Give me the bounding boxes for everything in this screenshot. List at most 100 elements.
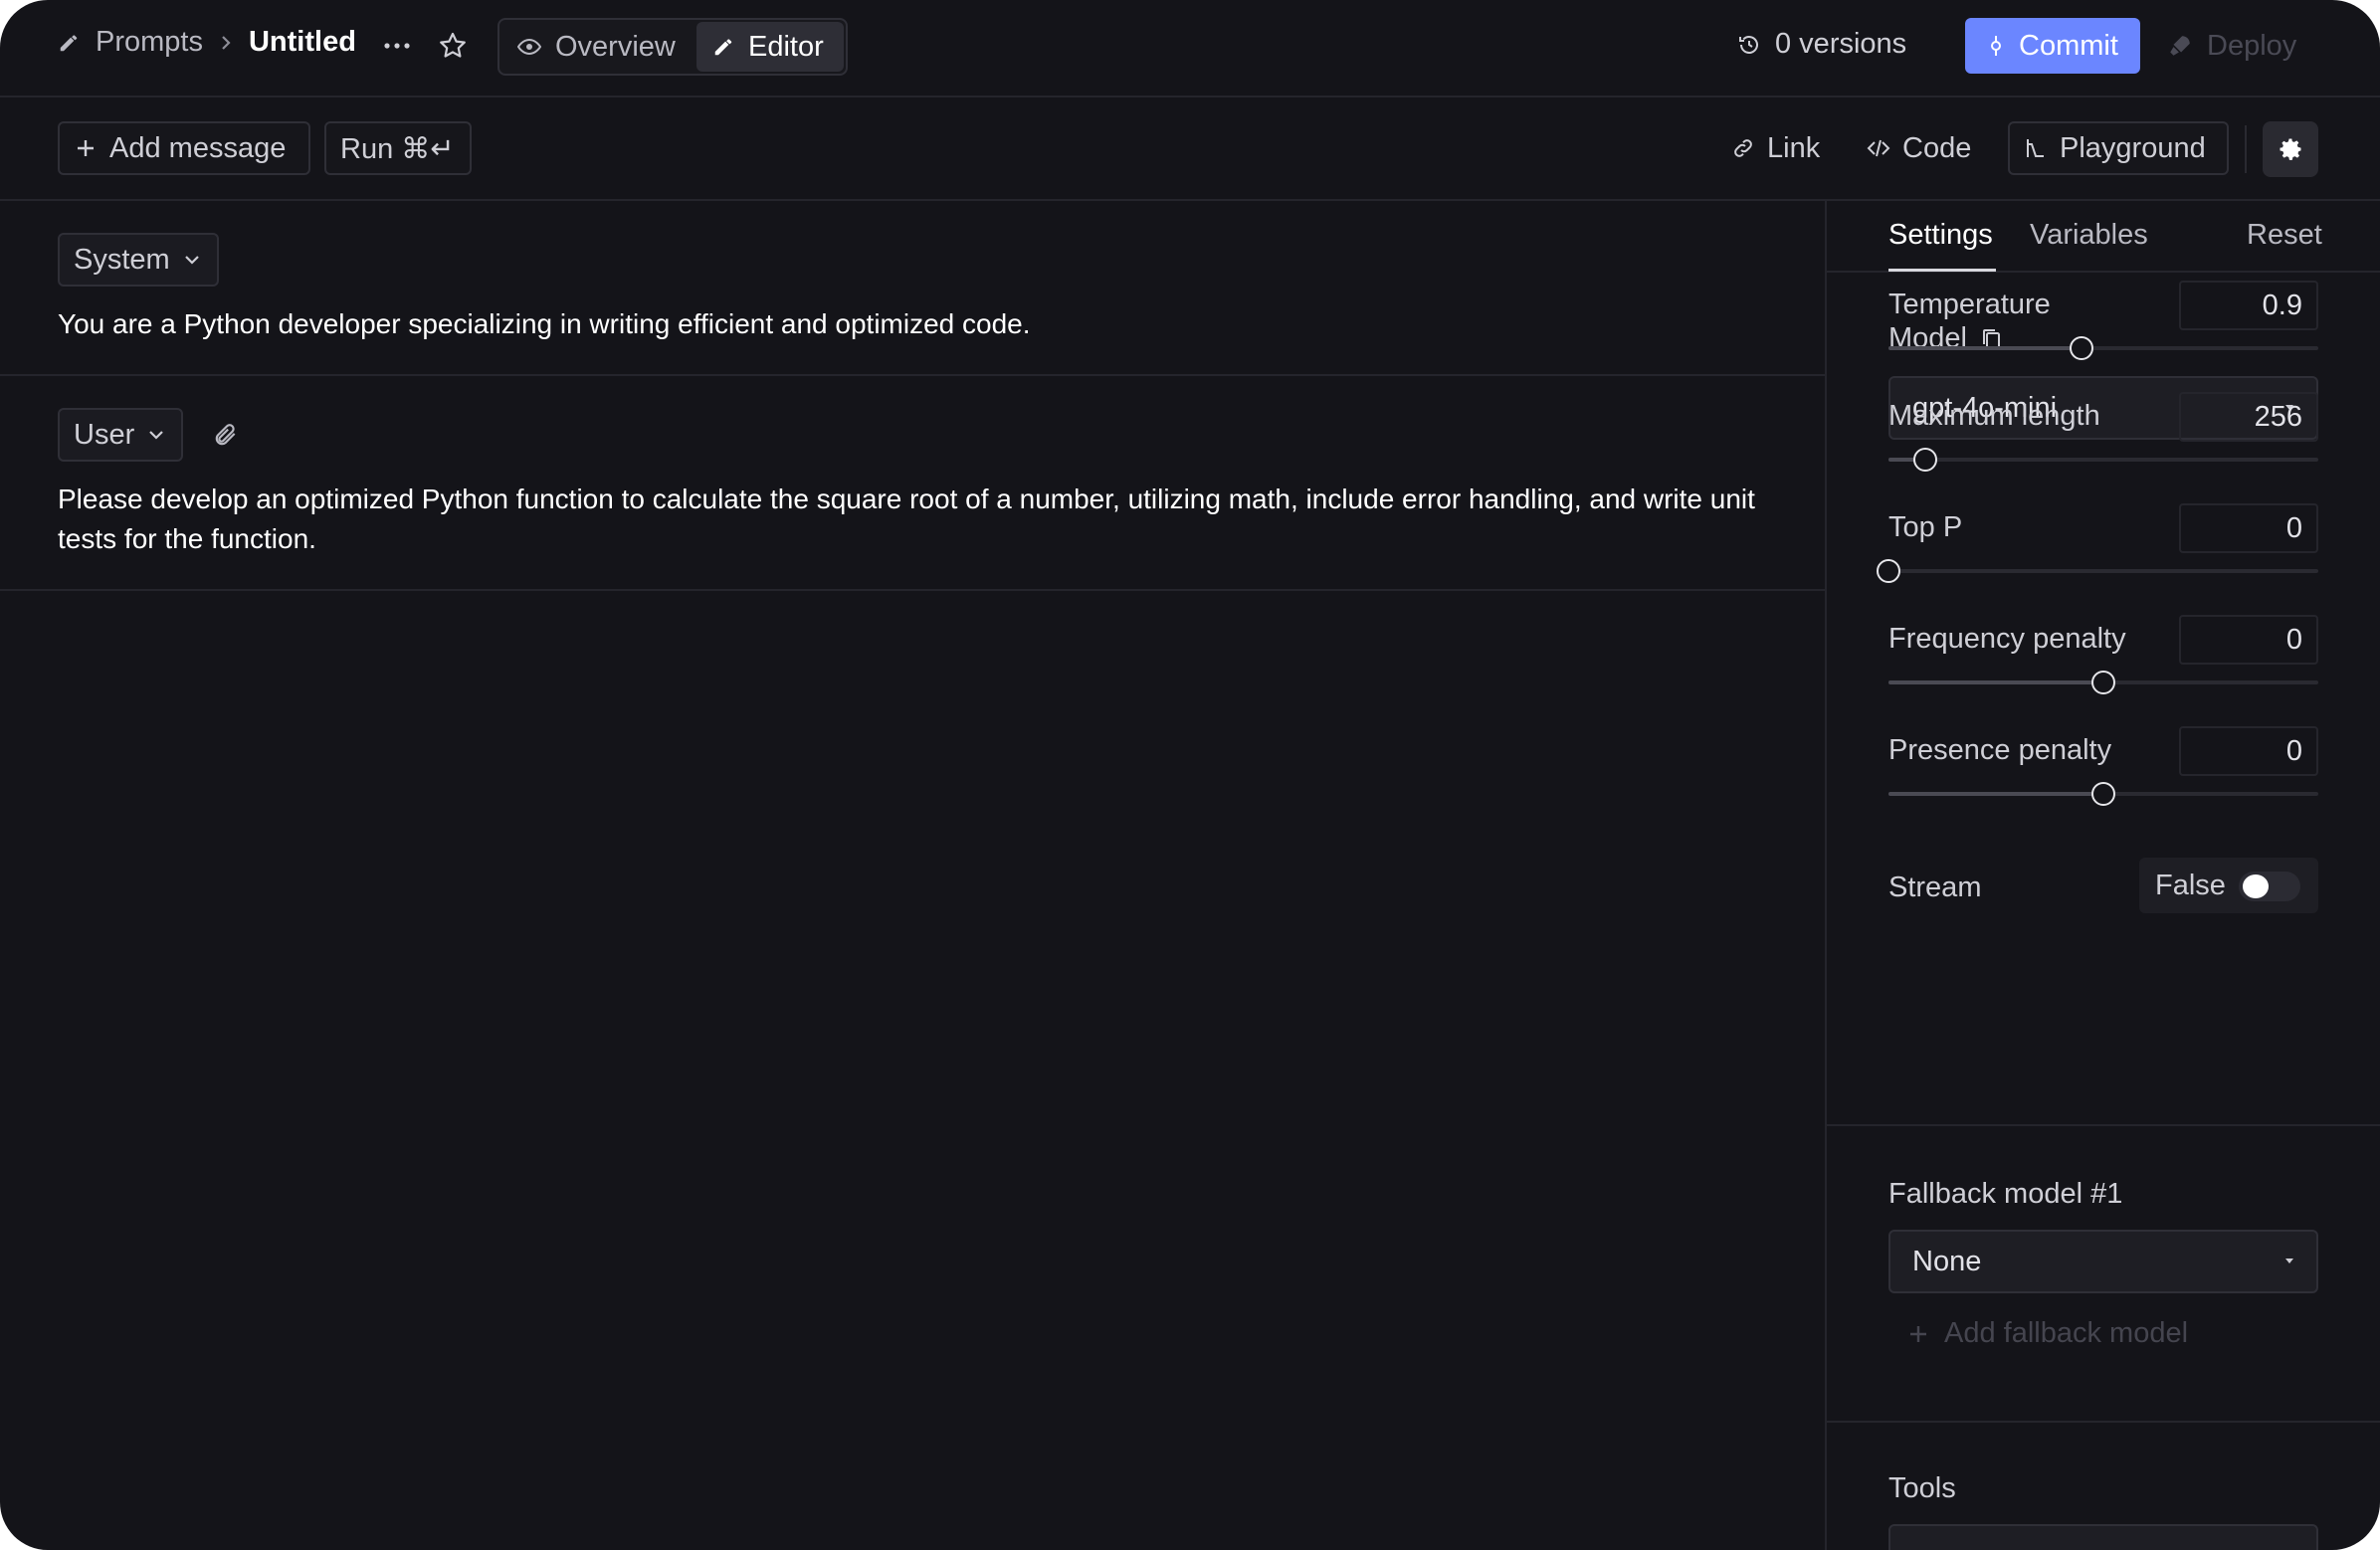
fallback-value: None	[1912, 1245, 1982, 1277]
messages-panel: System You are a Python developer specia…	[0, 199, 1825, 1550]
pencil-icon	[712, 36, 734, 58]
param-slider[interactable]	[1888, 448, 2318, 472]
rocket-icon	[2167, 33, 2193, 59]
tools-select[interactable]	[1888, 1524, 2318, 1550]
add-message-button[interactable]: Add message	[58, 121, 310, 175]
add-message-label: Add message	[109, 131, 287, 164]
pencil-icon	[58, 32, 80, 54]
param-label: Frequency penalty	[1888, 623, 2126, 655]
message-content[interactable]: You are a Python developer specializing …	[58, 304, 1799, 344]
param-label: Top P	[1888, 511, 1963, 543]
playground-icon	[2024, 136, 2048, 160]
deploy-button[interactable]: Deploy	[2167, 18, 2296, 74]
paperclip-icon	[213, 422, 239, 448]
section-divider	[1827, 1124, 2380, 1126]
playground-button[interactable]: Playground	[2008, 121, 2229, 175]
toolbar-divider	[2245, 125, 2247, 173]
add-fallback-label: Add fallback model	[1944, 1317, 2189, 1349]
chevron-down-icon	[148, 429, 164, 441]
message-system: System You are a Python developer specia…	[0, 199, 1825, 376]
eye-icon	[517, 38, 541, 56]
tools-label: Tools	[1888, 1472, 1956, 1504]
active-tab-indicator	[1888, 269, 1996, 272]
slider-fill	[1888, 346, 2082, 350]
breadcrumb-current[interactable]: Untitled	[249, 26, 356, 59]
versions-label: 0 versions	[1775, 28, 1907, 60]
reset-button[interactable]: Reset	[2247, 219, 2322, 252]
code-button[interactable]: Code	[1867, 121, 1971, 175]
param-slider[interactable]	[1888, 782, 2318, 806]
star-icon	[438, 28, 468, 64]
plus-icon	[74, 136, 98, 160]
param-label: Temperature	[1888, 289, 2051, 320]
plus-icon	[1906, 1322, 1930, 1346]
tab-editor-label: Editor	[748, 30, 824, 63]
stream-switch[interactable]	[2239, 872, 2300, 901]
slider-thumb[interactable]	[1912, 448, 1937, 472]
slider-fill	[1888, 680, 2103, 684]
commit-button[interactable]: Commit	[1965, 18, 2140, 74]
slider-thumb[interactable]	[2070, 336, 2094, 360]
favorite-button[interactable]	[438, 28, 468, 64]
run-label: Run ⌘↵	[340, 132, 455, 165]
param-slider[interactable]	[1888, 336, 2318, 360]
chevron-down-icon	[184, 254, 200, 266]
message-content[interactable]: Please develop an optimized Python funct…	[58, 480, 1799, 559]
role-select-system[interactable]: System	[58, 233, 219, 287]
run-button[interactable]: Run ⌘↵	[324, 121, 472, 175]
tab-variables[interactable]: Variables	[2030, 219, 2148, 252]
tab-editor[interactable]: Editor	[696, 22, 844, 72]
role-select-user[interactable]: User	[58, 408, 183, 462]
chevron-right-icon	[219, 34, 233, 52]
editor-toolbar: Add message Run ⌘↵ Link Code Playground	[0, 97, 2380, 201]
link-label: Link	[1767, 131, 1821, 164]
top-bar: Prompts Untitled Overview Editor 0 versi…	[0, 0, 2380, 97]
tab-overview-label: Overview	[555, 30, 676, 63]
breadcrumb: Prompts Untitled	[58, 26, 356, 59]
playground-label: Playground	[2060, 131, 2206, 164]
stream-label: Stream	[1888, 872, 1982, 903]
add-fallback-button[interactable]: Add fallback model	[1906, 1317, 2188, 1350]
param-label: Presence penalty	[1888, 734, 2112, 766]
section-divider	[1827, 1421, 2380, 1423]
attach-button[interactable]	[213, 422, 239, 448]
slider-track	[1888, 569, 2318, 573]
param-value-input[interactable]: 0	[2179, 615, 2318, 665]
slider-thumb[interactable]	[1877, 559, 1900, 583]
gear-icon	[2277, 135, 2304, 163]
param-slider[interactable]	[1888, 671, 2318, 694]
tab-settings[interactable]: Settings	[1888, 219, 1993, 252]
param-slider[interactable]	[1877, 559, 2318, 583]
caret-down-icon	[2282, 1256, 2296, 1265]
param-value-input[interactable]: 0.9	[2179, 281, 2318, 330]
deploy-label: Deploy	[2207, 29, 2297, 62]
more-button[interactable]	[382, 28, 412, 64]
commit-label: Commit	[2019, 29, 2118, 62]
role-label: User	[74, 418, 135, 451]
role-label: System	[74, 243, 170, 276]
history-icon	[1737, 33, 1761, 57]
commit-icon	[1987, 34, 2005, 58]
slider-thumb[interactable]	[2091, 782, 2115, 806]
param-value-input[interactable]: 0	[2179, 726, 2318, 776]
slider-track	[1888, 458, 2318, 462]
slider-fill	[1888, 792, 2103, 796]
breadcrumb-prompts[interactable]: Prompts	[96, 26, 203, 59]
stream-value: False	[2155, 869, 2226, 901]
slider-thumb[interactable]	[2091, 671, 2115, 694]
param-value-input[interactable]: 256	[2179, 392, 2318, 442]
tab-overview[interactable]: Overview	[501, 22, 696, 72]
param-label: Maximum length	[1888, 400, 2100, 432]
stream-toggle[interactable]: False	[2139, 858, 2318, 913]
switch-knob	[2243, 874, 2269, 898]
versions-button[interactable]: 0 versions	[1737, 28, 1906, 61]
settings-button[interactable]	[2263, 121, 2318, 177]
code-icon	[1867, 136, 1890, 160]
link-button[interactable]: Link	[1731, 121, 1820, 175]
settings-sidebar: Settings Variables Reset Model gpt-4o-mi…	[1825, 199, 2380, 1550]
view-switcher: Overview Editor	[497, 18, 848, 76]
param-value-input[interactable]: 0	[2179, 503, 2318, 553]
prompt-editor-window: Prompts Untitled Overview Editor 0 versi…	[0, 0, 2380, 1550]
fallback-model-select[interactable]: None	[1888, 1230, 2318, 1293]
more-horizontal-icon	[382, 28, 412, 64]
